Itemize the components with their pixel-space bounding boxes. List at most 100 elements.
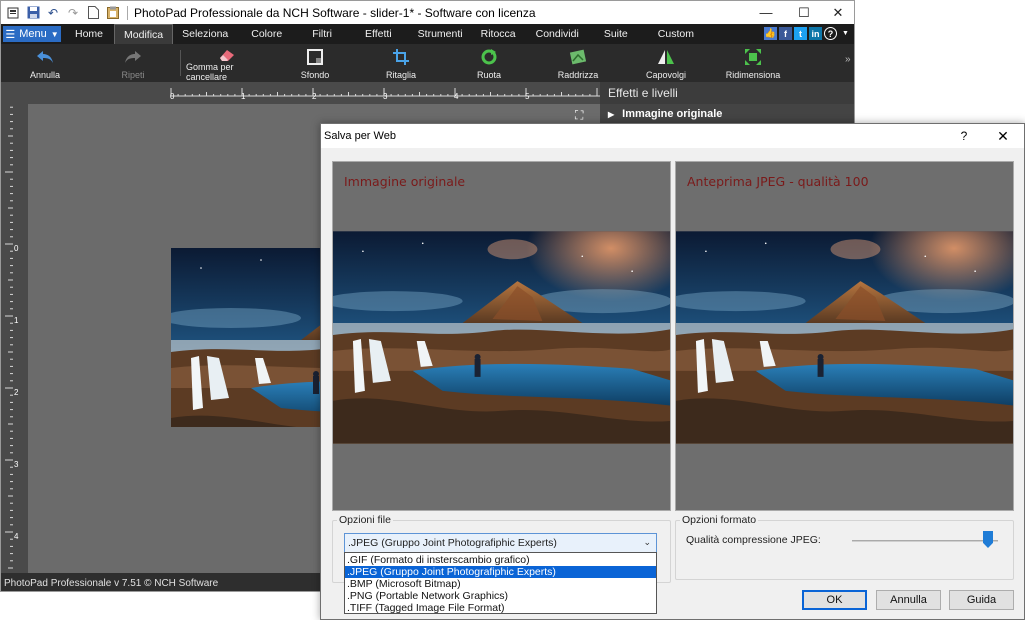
paste-icon[interactable] [105, 5, 121, 21]
straighten-button[interactable]: Raddrizza [556, 48, 600, 80]
ruler-label-5: 5 [525, 92, 530, 101]
dialog-help-button[interactable]: ? [944, 124, 984, 148]
straighten-icon [569, 48, 587, 65]
tab-home[interactable]: Home [63, 24, 114, 44]
flip-label: Capovolgi [645, 70, 687, 80]
format-options-label: Opzioni formato [680, 514, 759, 526]
dialog-title: Salva per Web [324, 130, 396, 142]
chevron-down-icon: ⌄ [643, 537, 651, 547]
tab-filtri[interactable]: Filtri [296, 24, 348, 44]
flip-icon [657, 48, 675, 65]
redo-button[interactable]: Ripeti [111, 48, 155, 80]
crop-icon [392, 48, 410, 65]
crop-button[interactable]: Ritaglia [381, 48, 421, 80]
ruler-label-0: 0 [170, 92, 175, 101]
format-option-jpeg[interactable]: .JPEG (Gruppo Joint Photografiphic Exper… [345, 566, 656, 578]
undo-label: Annulla [29, 70, 61, 80]
vertical-ruler: 0 1 2 3 4 [1, 104, 28, 573]
tab-custom[interactable]: Custom [642, 24, 710, 44]
format-option-bmp[interactable]: .BMP (Microsoft Bitmap) [345, 578, 656, 590]
flip-button[interactable]: Capovolgi [644, 48, 688, 80]
redo-label: Ripeti [121, 70, 145, 80]
thumbs-up-icon[interactable]: 👍 [764, 27, 777, 40]
fit-screen-icon[interactable]: ⛶ [575, 108, 583, 123]
tab-condividi[interactable]: Condividi [525, 24, 590, 44]
resize-button[interactable]: Ridimensiona [725, 48, 781, 80]
ruler-label-4: 4 [454, 92, 459, 101]
jpeg-preview-label: Anteprima JPEG - qualità 100 [687, 174, 869, 189]
vruler-label-4: 4 [14, 532, 19, 541]
background-label: Sfondo [300, 70, 330, 80]
tab-seleziona[interactable]: Seleziona [173, 24, 237, 44]
ok-button[interactable]: OK [802, 590, 867, 610]
tab-effetti[interactable]: Effetti [348, 24, 409, 44]
tab-modifica[interactable]: Modifica [114, 24, 174, 44]
menu-button-label: Menu [19, 28, 47, 40]
titlebar-separator [127, 5, 128, 20]
twitter-icon[interactable]: t [794, 27, 807, 40]
original-photo [333, 231, 670, 444]
jpeg-preview: Anteprima JPEG - qualità 100 [675, 161, 1014, 511]
close-window-button[interactable]: ✕ [821, 1, 854, 24]
tab-colore[interactable]: Colore [237, 24, 296, 44]
canvas-image[interactable] [171, 248, 326, 427]
expand-arrow-icon[interactable]: ▶ [608, 110, 614, 119]
chevron-down-icon[interactable]: ▼ [839, 27, 852, 40]
undo-icon[interactable]: ↶ [45, 5, 61, 21]
help-icon[interactable]: ? [824, 27, 837, 40]
main-titlebar: ↶ ↷ PhotoPad Professionale da NCH Softwa… [1, 1, 854, 24]
vruler-label-1: 1 [14, 316, 19, 325]
dialog-titlebar: Salva per Web ? ✕ [321, 124, 1024, 148]
redo-arrow-icon [124, 48, 142, 65]
file-format-dropdown-list: .GIF (Formato di insterscambio grafico) … [344, 552, 657, 614]
new-document-icon[interactable] [85, 5, 101, 21]
format-options-group [675, 520, 1014, 580]
file-format-select[interactable]: .JPEG (Gruppo Joint Photografiphic Exper… [344, 533, 657, 553]
background-button[interactable]: Sfondo [295, 48, 335, 80]
rotate-button[interactable]: Ruota [469, 48, 509, 80]
resize-icon [744, 48, 762, 65]
redo-icon[interactable]: ↷ [65, 5, 81, 21]
social-links: 👍 f t in ? ▼ [764, 27, 852, 40]
menu-button[interactable]: ☰ Menu ▼ [3, 26, 61, 42]
save-icon[interactable] [25, 5, 41, 21]
layer-item-original[interactable]: ▶ Immagine originale [600, 104, 854, 124]
tab-suite[interactable]: Suite [590, 24, 642, 44]
save-for-web-dialog: Salva per Web ? ✕ Immagine originale Ant… [320, 123, 1025, 620]
eraser-button[interactable]: Gomma per cancellare [186, 48, 268, 82]
cancel-button[interactable]: Annulla [876, 590, 941, 610]
tab-ritocca[interactable]: Ritocca [472, 24, 525, 44]
status-text: PhotoPad Professionale v 7.51 © NCH Soft… [4, 577, 219, 589]
undo-button[interactable]: Annulla [23, 48, 67, 80]
straighten-label: Raddrizza [557, 70, 599, 80]
dropdown-arrow-icon: ▼ [50, 29, 59, 39]
facebook-icon[interactable]: f [779, 27, 792, 40]
resize-label: Ridimensiona [725, 70, 781, 80]
original-image-preview: Immagine originale [332, 161, 671, 511]
linkedin-icon[interactable]: in [809, 27, 822, 40]
tab-strumenti[interactable]: Strumenti [409, 24, 472, 44]
toolbar-separator [180, 50, 181, 76]
ruler-label-3: 3 [383, 92, 388, 101]
toolbar-overflow-icon[interactable]: » [845, 54, 851, 65]
format-option-tiff[interactable]: .TIFF (Tagged Image File Format) [345, 602, 656, 614]
jpeg-quality-slider[interactable] [852, 540, 998, 542]
format-option-gif[interactable]: .GIF (Formato di insterscambio grafico) [345, 554, 656, 566]
background-icon [306, 48, 324, 65]
format-option-png[interactable]: .PNG (Portable Network Graphics) [345, 590, 656, 602]
window-title: PhotoPad Professionale da NCH Software -… [134, 5, 536, 20]
effects-panel-header: Effetti e livelli [600, 82, 854, 104]
rotate-icon [480, 48, 498, 65]
app-menu-icon[interactable] [5, 5, 21, 21]
maximize-button[interactable]: ☐ [787, 1, 821, 24]
file-format-selected-value: .JPEG (Gruppo Joint Photografiphic Exper… [348, 537, 557, 549]
help-button[interactable]: Guida [949, 590, 1014, 610]
minimize-button[interactable]: — [749, 1, 783, 24]
dialog-close-button[interactable]: ✕ [983, 124, 1023, 148]
hamburger-icon: ☰ [5, 28, 16, 41]
rotate-label: Ruota [476, 70, 502, 80]
vruler-label-0: 0 [14, 244, 19, 253]
jpeg-preview-photo [676, 231, 1013, 444]
ribbon-tab-bar: ☰ Menu ▼ Home Modifica Seleziona Colore … [1, 24, 854, 44]
eraser-icon [218, 48, 236, 62]
